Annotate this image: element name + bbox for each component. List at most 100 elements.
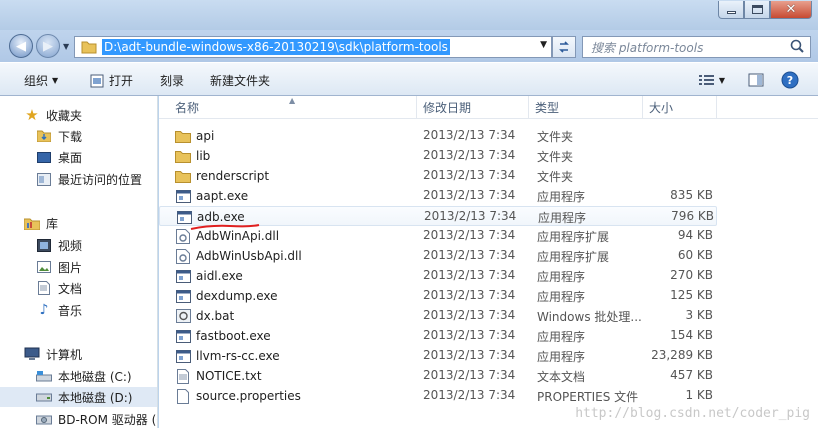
- file-size: 457 KB: [670, 368, 713, 382]
- dll-icon: [175, 228, 191, 244]
- file-name-cell: api: [175, 128, 214, 144]
- file-name: NOTICE.txt: [196, 369, 262, 383]
- picture-icon: [36, 259, 52, 275]
- search-input[interactable]: 搜索 platform-tools: [591, 39, 788, 56]
- chevron-down-icon: ▼: [52, 76, 59, 85]
- open-button[interactable]: 打开: [90, 72, 133, 89]
- file-type: 应用程序: [537, 330, 586, 344]
- sidebar-item-label: 下载: [58, 129, 83, 144]
- sidebar-item-drive-g[interactable]: BD-ROM 驱动器 (G: [36, 409, 158, 428]
- close-button[interactable]: ✕: [770, 1, 812, 19]
- search-icon[interactable]: [788, 38, 806, 56]
- maximize-icon: [751, 5, 763, 14]
- file-name: fastboot.exe: [196, 329, 271, 343]
- music-icon: ♪: [39, 302, 49, 318]
- file-row[interactable]: api 2013/2/13 7:34 文件夹: [159, 126, 717, 146]
- burn-button[interactable]: 刻录: [160, 72, 184, 89]
- burn-label: 刻录: [160, 74, 185, 88]
- exe-icon: [175, 288, 191, 304]
- file-type: 应用程序: [537, 350, 586, 364]
- file-name-cell: aapt.exe: [175, 188, 248, 204]
- address-path[interactable]: D:\adt-bundle-windows-x86-20130219\sdk\p…: [102, 39, 450, 55]
- exe-icon: [175, 348, 191, 364]
- sidebar-item-libraries[interactable]: 库: [24, 213, 157, 233]
- file-row[interactable]: source.properties 2013/2/13 7:34 PROPERTIE…: [159, 386, 717, 406]
- library-icon: [24, 215, 40, 231]
- navigation-bar: ◀ ▶ ▼ D:\adt-bundle-windows-x86-20130219…: [0, 30, 818, 62]
- organize-button[interactable]: 组织 ▼: [24, 72, 58, 89]
- command-bar: 组织 ▼ 打开 刻录 新建文件夹 ▼ ?: [0, 62, 818, 96]
- sidebar-item-videos[interactable]: 视频: [36, 235, 157, 255]
- file-row[interactable]: aidl.exe 2013/2/13 7:34 应用程序 270 KB: [159, 266, 717, 286]
- search-box[interactable]: 搜索 platform-tools: [582, 36, 811, 58]
- column-header-date[interactable]: 修改日期: [417, 96, 529, 118]
- file-size: 125 KB: [670, 288, 713, 302]
- folder-icon: [175, 128, 191, 144]
- document-icon: [36, 280, 52, 296]
- sidebar-item-drive-c[interactable]: 本地磁盘 (C:): [36, 366, 157, 386]
- forward-button[interactable]: ▶: [36, 34, 60, 58]
- file-date: 2013/2/13 7:34: [424, 209, 517, 223]
- file-row[interactable]: AdbWinUsbApi.dll 2013/2/13 7:34 应用程序扩展 60 K…: [159, 246, 717, 266]
- column-header-type[interactable]: 类型: [529, 96, 643, 118]
- drive-icon: [36, 389, 52, 405]
- sidebar-item-recent[interactable]: 最近访问的位置: [36, 169, 157, 189]
- file-list: ▲ 名称 修改日期 类型 大小 api 2013/2/13 7:34 文件夹 lib 2…: [159, 96, 818, 428]
- preview-pane-button[interactable]: [744, 69, 768, 91]
- file-type: 文件夹: [537, 130, 574, 144]
- file-size: 154 KB: [670, 328, 713, 342]
- file-row[interactable]: dx.bat 2013/2/13 7:34 Windows 批处理... 3 KB: [159, 306, 717, 326]
- sidebar-item-computer[interactable]: 计算机: [24, 344, 157, 364]
- column-header-label: 名称: [175, 100, 200, 115]
- sidebar-item-desktop[interactable]: 桌面: [36, 147, 157, 167]
- address-dropdown-icon[interactable]: ▼: [540, 40, 547, 50]
- file-row[interactable]: lib 2013/2/13 7:34 文件夹: [159, 146, 717, 166]
- file-name: renderscript: [196, 169, 270, 183]
- file-size: 23,289 KB: [651, 348, 713, 362]
- sidebar-item-documents[interactable]: 文档: [36, 278, 157, 298]
- file-size: 270 KB: [670, 268, 713, 282]
- minimize-icon: [726, 11, 736, 14]
- back-button[interactable]: ◀: [9, 34, 33, 58]
- maximize-button[interactable]: [744, 1, 770, 19]
- file-date: 2013/2/13 7:34: [423, 308, 516, 322]
- new-folder-button[interactable]: 新建文件夹: [210, 72, 270, 89]
- folder-icon: [175, 168, 191, 184]
- sidebar-item-drive-d[interactable]: 本地磁盘 (D:): [0, 387, 157, 407]
- sidebar-item-music[interactable]: ♪ 音乐: [36, 300, 157, 320]
- file-size: 3 KB: [685, 308, 713, 322]
- file-row[interactable]: renderscript 2013/2/13 7:34 文件夹: [159, 166, 717, 186]
- file-row[interactable]: aapt.exe 2013/2/13 7:34 应用程序 835 KB: [159, 186, 717, 206]
- file-name-cell: NOTICE.txt: [175, 368, 262, 384]
- column-header-name[interactable]: 名称: [169, 96, 417, 118]
- file-name: llvm-rs-cc.exe: [196, 349, 280, 363]
- file-type: Windows 批处理...: [537, 310, 642, 324]
- sidebar-item-pictures[interactable]: 图片: [36, 257, 157, 277]
- file-type: 应用程序: [537, 290, 586, 304]
- organize-label: 组织: [24, 74, 49, 88]
- help-button[interactable]: ?: [778, 69, 802, 91]
- file-name-cell: llvm-rs-cc.exe: [175, 348, 280, 364]
- file-date: 2013/2/13 7:34: [423, 268, 516, 282]
- file-date: 2013/2/13 7:34: [423, 388, 516, 402]
- view-options-button[interactable]: ▼: [694, 69, 730, 91]
- file-row[interactable]: llvm-rs-cc.exe 2013/2/13 7:34 应用程序 23,289 K…: [159, 346, 717, 366]
- file-size: 60 KB: [677, 248, 713, 262]
- file-row[interactable]: NOTICE.txt 2013/2/13 7:34 文本文档 457 KB: [159, 366, 717, 386]
- file-type: 文本文档: [537, 370, 586, 384]
- file-date: 2013/2/13 7:34: [423, 348, 516, 362]
- optical-drive-icon: [36, 411, 52, 427]
- sidebar-item-label: 计算机: [46, 347, 83, 362]
- sidebar-item-favorites[interactable]: ★ 收藏夹: [24, 105, 157, 125]
- sidebar-item-downloads[interactable]: 下载: [36, 126, 157, 146]
- watermark: http://blog.csdn.net/coder_pig: [575, 406, 810, 421]
- refresh-button[interactable]: [552, 36, 576, 58]
- recent-pages-dropdown[interactable]: ▼: [63, 42, 69, 51]
- minimize-button[interactable]: [718, 1, 744, 19]
- column-header-size[interactable]: 大小: [643, 96, 717, 118]
- file-row[interactable]: dexdump.exe 2013/2/13 7:34 应用程序 125 KB: [159, 286, 717, 306]
- sidebar-item-label: BD-ROM 驱动器 (G: [58, 412, 158, 427]
- file-row[interactable]: fastboot.exe 2013/2/13 7:34 应用程序 154 KB: [159, 326, 717, 346]
- sidebar-item-label: 最近访问的位置: [58, 172, 143, 187]
- address-bar[interactable]: D:\adt-bundle-windows-x86-20130219\sdk\p…: [74, 36, 552, 58]
